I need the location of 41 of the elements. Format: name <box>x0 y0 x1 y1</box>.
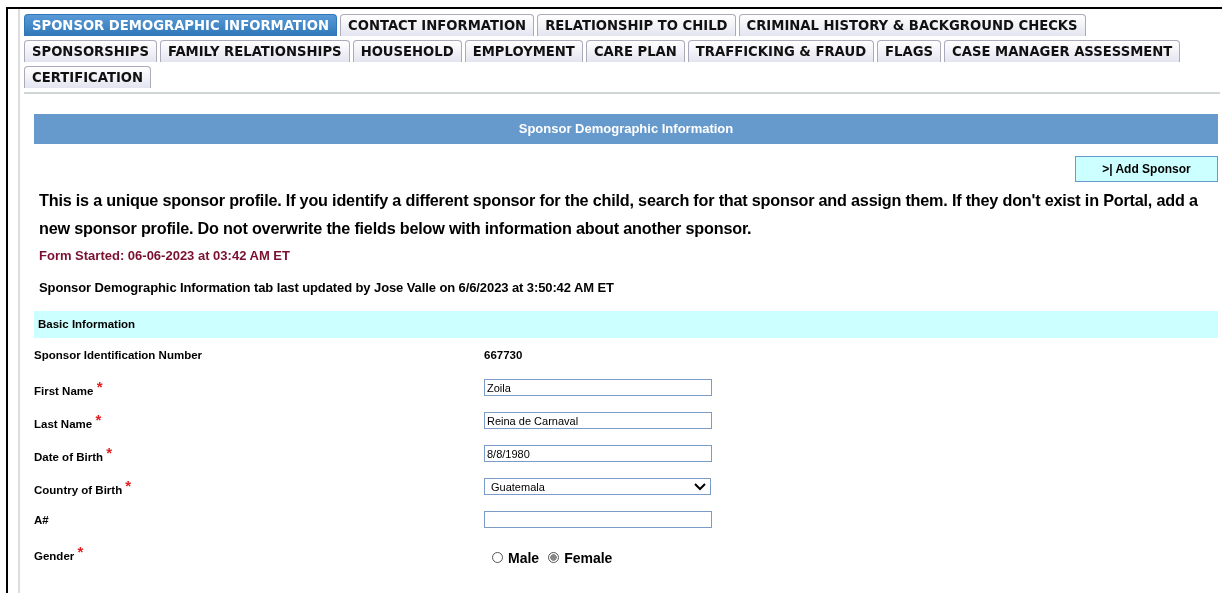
tab[interactable]: EMPLOYMENT <box>464 40 583 62</box>
field-label: Gender <box>34 550 75 562</box>
subsection-header: Basic Information <box>34 311 1218 338</box>
last-updated-text: Sponsor Demographic Information tab last updated by Jose Valle on 6/6/2023 at 3:50:42 AM ET <box>39 280 615 295</box>
input-field[interactable]: 8/8/1980 <box>484 445 712 462</box>
required-mark: * <box>77 543 84 560</box>
tab[interactable]: CARE PLAN <box>585 40 685 62</box>
tab[interactable]: CONTACT INFORMATION <box>340 14 535 36</box>
input-field[interactable]: Reina de Carnaval <box>484 412 712 429</box>
radio-label: Female <box>564 549 613 566</box>
tab[interactable]: TRAFFICKING & FRAUD <box>687 40 875 62</box>
dropdown[interactable]: Guatemala <box>484 478 711 495</box>
field-label: A# <box>34 513 49 526</box>
tab[interactable]: CRIMINAL HISTORY & BACKGROUND CHECKS <box>738 14 1086 36</box>
radio-button[interactable] <box>548 552 560 563</box>
input-field[interactable] <box>484 511 712 528</box>
required-mark: * <box>95 411 102 428</box>
field-label: Date of Birth <box>34 451 103 463</box>
form-started-text: Form Started: 06-06-2023 at 03:42 AM ET <box>39 248 291 263</box>
tab[interactable]: SPONSOR DEMOGRAPHIC INFORMATION <box>24 14 337 36</box>
notice-text: This is a unique sponsor profile. If you identify a different sponsor for the child, search for that sponsor and assign them. If they don't exist in Portal, add a new sponsor profile. Do not overwrite the fields below with information about another sponsor. <box>39 190 1199 239</box>
radio-label: Male <box>508 549 540 566</box>
tab[interactable]: CERTIFICATION <box>24 66 152 88</box>
add-sponsor-button[interactable]: >| Add Sponsor <box>1075 156 1218 182</box>
field-label: First Name <box>34 385 94 397</box>
input-field[interactable]: Zoila <box>484 379 712 396</box>
tab[interactable]: RELATIONSHIP TO CHILD <box>537 14 736 36</box>
tab[interactable]: SPONSORSHIPS <box>24 40 157 62</box>
tab[interactable]: HOUSEHOLD <box>352 40 462 62</box>
tab[interactable]: FLAGS <box>877 40 942 62</box>
section-header: Sponsor Demographic Information <box>34 114 1218 144</box>
chevron-down-icon <box>694 482 706 491</box>
field-label: Country of Birth <box>34 484 123 496</box>
required-mark: * <box>96 378 103 395</box>
tab[interactable]: FAMILY RELATIONSHIPS <box>159 40 350 62</box>
field-label: Last Name <box>34 418 93 430</box>
tab[interactable]: CASE MANAGER ASSESSMENT <box>944 40 1181 62</box>
field-value: 667730 <box>484 348 523 361</box>
field-label: Sponsor Identification Number <box>34 348 203 361</box>
required-mark: * <box>125 477 132 494</box>
required-mark: * <box>106 444 113 461</box>
